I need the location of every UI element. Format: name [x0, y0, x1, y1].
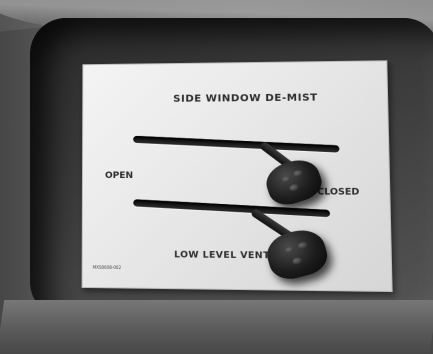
demist-placard: SIDE WINDOW DE-MIST OPEN CLOSED LOW LEVE…: [81, 60, 393, 293]
open-label: OPEN: [104, 170, 134, 182]
upper-lever-slot: [133, 135, 340, 153]
knob-grip-dot: [297, 241, 308, 250]
placard-title: SIDE WINDOW DE-MIST: [173, 92, 318, 105]
knob-grip-dot: [281, 174, 293, 184]
low-level-vent-lever-knob[interactable]: [262, 224, 332, 284]
low-level-vent-label: LOW LEVEL VENT: [174, 250, 271, 262]
part-number-label: MXS0608-002: [92, 264, 122, 271]
knob-grip-dot: [292, 168, 304, 178]
knob-grip-dot: [291, 256, 303, 265]
lower-lever-slot: [133, 199, 331, 218]
cockpit-panel-view: SIDE WINDOW DE-MIST OPEN CLOSED LOW LEVE…: [0, 0, 433, 354]
panel-lower-lip: [0, 300, 433, 354]
knob-grip-dot: [288, 183, 300, 192]
knob-grip-dot: [284, 245, 295, 254]
side-window-demist-lever-knob[interactable]: [261, 154, 327, 210]
